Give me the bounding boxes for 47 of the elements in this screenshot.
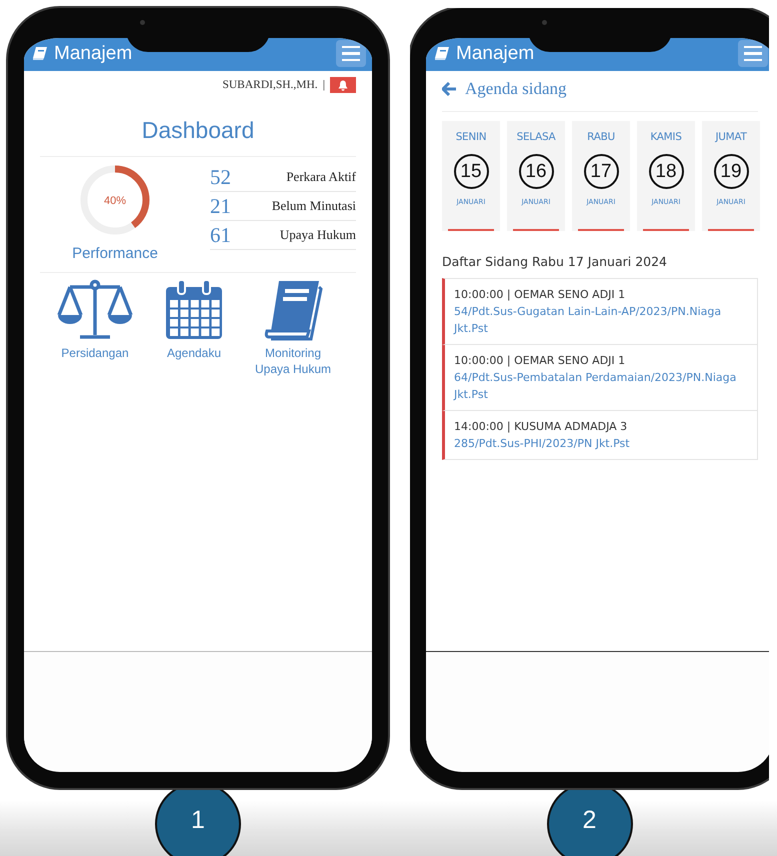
hearing-time: 10:00:00 | OEMAR SENO ADJI 1: [454, 287, 626, 303]
date-number: 19: [714, 154, 748, 189]
day-name: SENIN: [456, 131, 486, 143]
performance-label: Performance: [72, 245, 158, 262]
stat-value: 21: [210, 194, 231, 218]
hearing-card[interactable]: 10:00:00 | OEMAR SENO ADJI 1 54/Pdt.Sus-Gugatan Lain-Lain-AP/2023/PN.Niaga Jkt.Pst: [442, 278, 758, 346]
date-number: 16: [518, 154, 554, 189]
bell-icon: [338, 80, 348, 90]
menu-button[interactable]: [738, 40, 768, 67]
shortcut-link[interactable]: Monitoring Upaya Hukum: [248, 345, 338, 378]
stat-value: 61: [210, 222, 231, 248]
hearing-time: 10:00:00 | OEMAR SENO ADJI 1: [454, 353, 626, 370]
book-icon: [263, 279, 323, 341]
page-title: Dashboard: [140, 117, 256, 144]
hearing-card[interactable]: 14:00:00 | KUSUMA ADMADJA 3 285/Pdt.Sus-PHI/2023/PN Jkt.Pst: [442, 411, 758, 460]
case-number-link[interactable]: 285/Pdt.Sus-PHI/2023/PN Jkt.Pst: [454, 435, 749, 452]
menu-button[interactable]: [336, 40, 366, 67]
stat-label: Perkara Aktif: [286, 169, 356, 185]
book-icon: [32, 46, 48, 61]
case-number-link[interactable]: 54/Pdt.Sus-Gugatan Lain-Lain-AP/2023/PN.Niaga Jkt.Pst: [454, 303, 749, 338]
list-title: Daftar Sidang Rabu 17 Januari 2024: [442, 254, 668, 269]
shortcut-link[interactable]: Agendaku: [149, 345, 239, 362]
day-name: SELASA: [516, 131, 556, 143]
progress-ring: 40%: [78, 163, 152, 237]
shortcut-link[interactable]: Persidangan: [50, 345, 140, 362]
notification-button[interactable]: [330, 77, 356, 93]
calendar-icon: [164, 279, 224, 341]
stat-value: 52: [210, 164, 231, 190]
page-title: Agenda sidang: [465, 79, 567, 99]
separator: |: [322, 79, 325, 91]
hearing-time: 14:00:00 | KUSUMA ADMADJA 3: [454, 419, 628, 436]
user-name: SUBARDI,SH.,MH.: [222, 79, 318, 91]
date-number: 15: [454, 154, 488, 189]
app-title: Manajem: [54, 42, 134, 64]
day-name: KAMIS: [650, 131, 682, 143]
back-arrow-icon[interactable]: [442, 82, 457, 96]
date-number: 17: [584, 154, 618, 189]
stat-label: Upaya Hukum: [280, 227, 356, 243]
scales-icon: [56, 279, 134, 341]
case-number-link[interactable]: 64/Pdt.Sus-Pembatalan Perdamaian/2023/PN.Niaga Jkt.Pst: [454, 369, 749, 404]
book-icon: [434, 46, 450, 61]
date-number: 18: [648, 154, 684, 189]
stat-label: Belum Minutasi: [272, 198, 356, 214]
day-name: RABU: [587, 131, 615, 143]
hearing-card[interactable]: 10:00:00 | OEMAR SENO ADJI 1 64/Pdt.Sus-Pembatalan Perdamaian/2023/PN.Niaga Jkt.Pst: [442, 345, 758, 412]
app-title: Manajem: [456, 42, 536, 64]
day-name: JUMAT: [715, 131, 747, 143]
